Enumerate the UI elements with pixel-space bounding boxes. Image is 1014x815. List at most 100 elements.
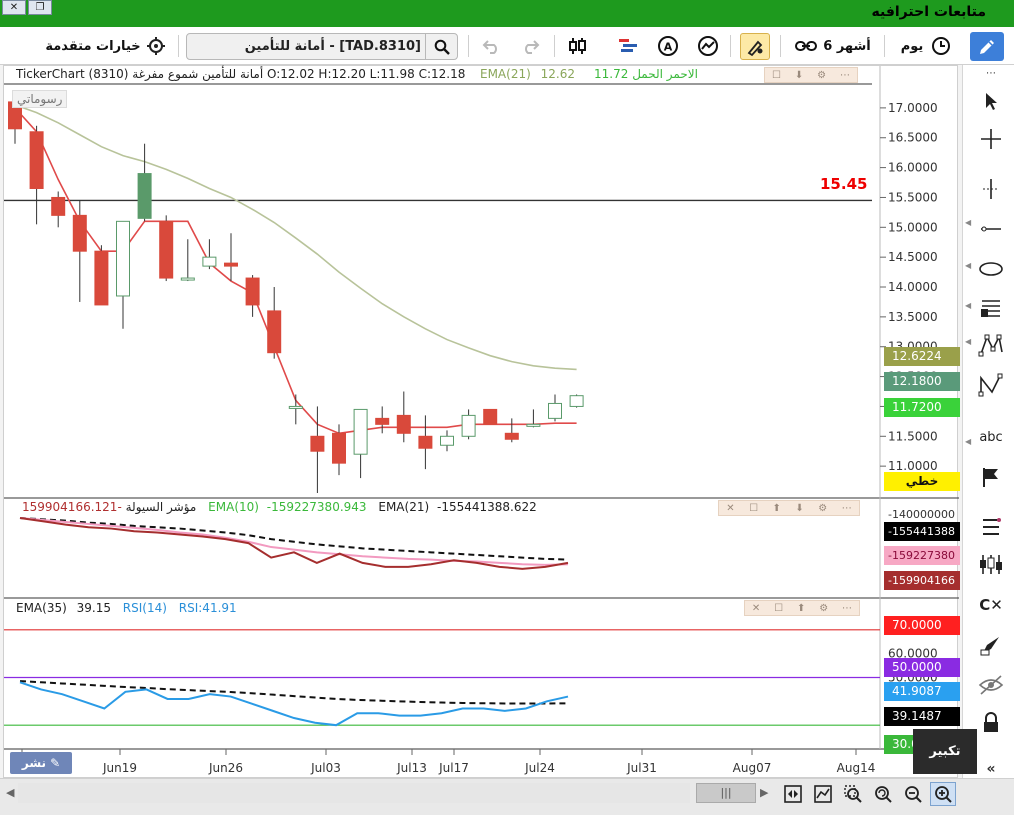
price-tick-label: 17.0000 [888, 101, 938, 115]
title-bar: ✕ ❐ متابعات احترافيه [0, 0, 1014, 27]
flag-tool[interactable] [977, 463, 1005, 491]
horizontal-scrollbar[interactable] [18, 783, 690, 803]
symbol-search-input[interactable]: [TAD.8310] - أمانة للتأمين [245, 39, 421, 54]
market-depth-button[interactable] [616, 34, 640, 58]
panel-more-icon[interactable]: ⋯ [842, 603, 852, 614]
liquidity-value: -159904166.121 [22, 500, 122, 514]
chart-type-button[interactable] [696, 34, 720, 58]
undo-button[interactable] [480, 34, 504, 58]
range-label: 6 أشهر [823, 38, 871, 54]
candle-settings-tool[interactable] [977, 551, 1005, 579]
vertical-line-icon [983, 179, 999, 199]
horizontal-line-icon [981, 226, 1001, 232]
candle-body [29, 131, 44, 189]
erase-tool[interactable] [977, 631, 1005, 659]
rsi-line [19, 681, 569, 727]
rsi-panel-controls[interactable]: ✕ ☐ ⬆ ⚙ ⋯ [744, 600, 860, 616]
expand-arrow-icon[interactable]: ◀ [965, 337, 973, 347]
my-drawings-button[interactable]: رسوماتي [12, 90, 68, 108]
text-tool[interactable]: abc [977, 423, 1005, 451]
candle-body [94, 250, 109, 306]
drawing-mode-button[interactable] [740, 33, 770, 60]
candle-body [180, 277, 195, 281]
time-axis-label: Aug07 [733, 761, 772, 775]
crosshair-tool[interactable] [977, 125, 1005, 153]
restore-window-button[interactable]: ❐ [28, 0, 52, 15]
clear-drawings-tool[interactable]: C✕ [977, 591, 1005, 619]
publish-button[interactable]: نشر ✎ [10, 752, 72, 774]
zoom-reset-button[interactable] [870, 782, 896, 806]
panel-down-icon[interactable]: ⬇ [795, 70, 803, 81]
scroll-right-button[interactable]: ▶ [760, 786, 768, 799]
candle-body [526, 423, 541, 427]
zoom-in-button[interactable] [930, 782, 956, 806]
ellipse-tool[interactable] [977, 255, 1005, 283]
period-selector[interactable]: يوم [892, 33, 960, 59]
panel-settings-icon[interactable]: ⚙ [817, 70, 826, 81]
scrollbar-thumb[interactable]: ||| [696, 783, 756, 803]
liquidity-legend: مؤشر السيولة -159904166.121 EMA(10) -159… [16, 500, 537, 514]
redo-button[interactable] [518, 34, 542, 58]
price-tick-label: 11.5000 [888, 429, 938, 443]
candles-settings-icon [980, 555, 1002, 574]
list-icon [983, 518, 1001, 535]
line-type-box[interactable]: خطي [884, 472, 960, 491]
price-panel-controls[interactable]: ☐ ⬇ ⚙ ⋯ [764, 67, 858, 83]
panel-maximize-icon[interactable]: ☐ [772, 70, 781, 81]
panel-maximize-icon[interactable]: ☐ [774, 603, 783, 614]
advanced-options-button[interactable]: خيارات متقدمة [40, 33, 170, 59]
liquidity-panel-controls[interactable]: ✕ ☐ ⬆ ⬇ ⚙ ⋯ [718, 500, 860, 516]
horizontal-line-value: 15.45 [820, 175, 868, 193]
double-chevron-left-icon: « [986, 761, 996, 777]
search-button[interactable] [425, 34, 457, 59]
zoom-area-button[interactable] [840, 782, 866, 806]
sidebar-more-icon[interactable]: ⋯ [977, 67, 1005, 79]
publish-label: نشر [21, 756, 47, 770]
expand-arrow-icon[interactable]: ◀ [965, 261, 973, 271]
ema-red-price-box: 11.7200 [884, 398, 960, 417]
pointer-tool[interactable] [977, 87, 1005, 115]
panel-more-icon[interactable]: ⋯ [842, 503, 852, 514]
rsi-70-box: 70.0000 [884, 616, 960, 635]
ema21-line [14, 104, 577, 371]
candle-body [245, 277, 260, 306]
panel-maximize-icon[interactable]: ☐ [749, 503, 758, 514]
panel-settings-icon[interactable]: ⚙ [818, 503, 827, 514]
expand-arrow-icon[interactable]: ◀ [965, 437, 973, 447]
hide-drawings-tool[interactable] [977, 671, 1005, 699]
period-label: يوم [900, 38, 924, 54]
eye-off-icon [978, 675, 1004, 695]
indicators-button[interactable] [566, 34, 590, 58]
panel-settings-icon[interactable]: ⚙ [819, 603, 828, 614]
pattern-tool[interactable] [977, 331, 1005, 359]
chart-area[interactable]: 17.0000 16.5000 16.0000 15.5000 15.0000 14.50… [3, 65, 960, 779]
fibonacci-tool[interactable] [977, 295, 1005, 323]
zoom-fit-icon [784, 785, 802, 803]
panel-close-icon[interactable]: ✕ [726, 503, 734, 514]
wave-tool[interactable] [977, 371, 1005, 399]
zoom-fit-button[interactable] [780, 782, 806, 806]
vertical-line-tool[interactable] [977, 175, 1005, 203]
zoom-out-button[interactable] [900, 782, 926, 806]
range-selector[interactable]: 6 أشهر [790, 33, 876, 59]
expand-arrow-icon[interactable]: ◀ [965, 301, 973, 311]
panel-close-icon[interactable]: ✕ [752, 603, 760, 614]
scroll-left-button[interactable]: ◀ [6, 786, 14, 799]
horizontal-line-tool[interactable] [977, 213, 1005, 241]
zoom-range-button[interactable] [810, 782, 836, 806]
indicator-list-tool[interactable] [977, 513, 1005, 541]
symbol-search-box[interactable]: [TAD.8310] - أمانة للتأمين [186, 33, 458, 60]
rsi-ema35-line [19, 680, 569, 705]
lock-drawings-tool[interactable] [977, 709, 1005, 737]
text-abc-icon: abc [979, 429, 1003, 445]
chart-canvas[interactable]: 17.0000 16.5000 16.0000 15.5000 15.0000 14.50… [4, 66, 959, 779]
close-window-button[interactable]: ✕ [2, 0, 26, 15]
panel-up-icon[interactable]: ⬆ [797, 603, 805, 614]
expand-arrow-icon[interactable]: ◀ [965, 218, 973, 228]
price-tick-label: 15.0000 [888, 220, 938, 234]
auto-button[interactable]: A [656, 34, 680, 58]
panel-up-icon[interactable]: ⬆ [773, 503, 781, 514]
panel-down-icon[interactable]: ⬇ [795, 503, 803, 514]
draw-pen-button[interactable] [970, 32, 1004, 61]
panel-more-icon[interactable]: ⋯ [840, 70, 850, 81]
